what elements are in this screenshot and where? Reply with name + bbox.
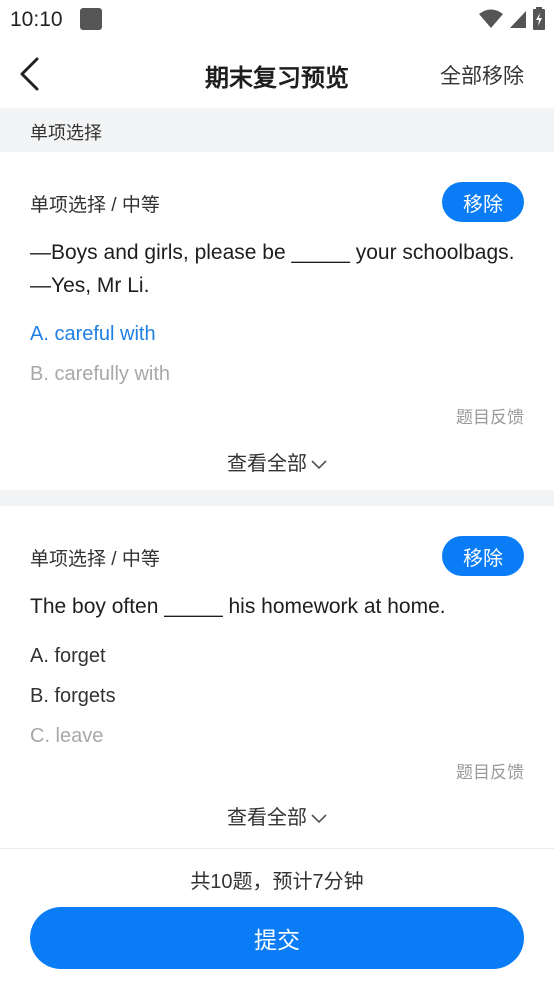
signal-icon	[510, 11, 526, 28]
remove-button[interactable]: 移除	[442, 536, 524, 576]
option-a[interactable]: A. careful with	[30, 323, 156, 346]
question-stem: The boy often _____ his homework at home…	[30, 590, 524, 623]
card-divider	[0, 490, 554, 506]
status-time: 10:10	[10, 8, 63, 31]
section-title: 单项选择	[30, 123, 102, 143]
question-card: 单项选择 / 中等 移除 The boy often _____ his hom…	[0, 506, 554, 848]
back-arrow-icon	[20, 57, 39, 91]
view-all-button[interactable]: 查看全部	[0, 801, 554, 830]
chevron-down-icon	[311, 460, 327, 469]
question-stem: —Boys and girls, please be _____ your sc…	[30, 236, 524, 302]
option-b[interactable]: B. forgets	[30, 685, 116, 708]
nav-bar: 期末复习预览 全部移除	[0, 40, 554, 108]
feedback-link[interactable]: 题目反馈	[456, 758, 524, 783]
view-all-button[interactable]: 查看全部	[0, 447, 554, 476]
question-stem-line: —Yes, Mr Li.	[30, 274, 150, 297]
footer-bar: 共10题，预计7分钟 提交	[0, 848, 554, 985]
wifi-icon	[479, 9, 503, 28]
question-summary: 共10题，预计7分钟	[190, 871, 364, 893]
app-notification-icon	[80, 8, 102, 30]
back-button[interactable]	[10, 54, 50, 94]
status-bar: 10:10	[0, 0, 554, 40]
question-stem-line: —Boys and girls, please be _____ your sc…	[30, 241, 515, 264]
question-stem-line: The boy often _____ his homework at home…	[30, 595, 446, 618]
section-header: 单项选择	[0, 108, 554, 152]
remove-button[interactable]: 移除	[442, 182, 524, 222]
option-b[interactable]: B. carefully with	[30, 363, 170, 386]
option-c[interactable]: C. leave	[30, 725, 103, 748]
battery-charging-icon	[533, 7, 545, 30]
option-a[interactable]: A. forget	[30, 645, 106, 668]
feedback-link[interactable]: 题目反馈	[456, 403, 524, 428]
remove-all-button[interactable]: 全部移除	[440, 60, 524, 90]
status-icons	[478, 7, 546, 31]
question-meta: 单项选择 / 中等	[30, 195, 160, 216]
question-meta: 单项选择 / 中等	[30, 549, 160, 570]
view-all-label: 查看全部	[227, 807, 307, 829]
question-card: 单项选择 / 中等 移除 —Boys and girls, please be …	[0, 152, 554, 490]
submit-button[interactable]: 提交	[30, 907, 524, 969]
chevron-down-icon	[311, 814, 327, 823]
view-all-label: 查看全部	[227, 453, 307, 475]
